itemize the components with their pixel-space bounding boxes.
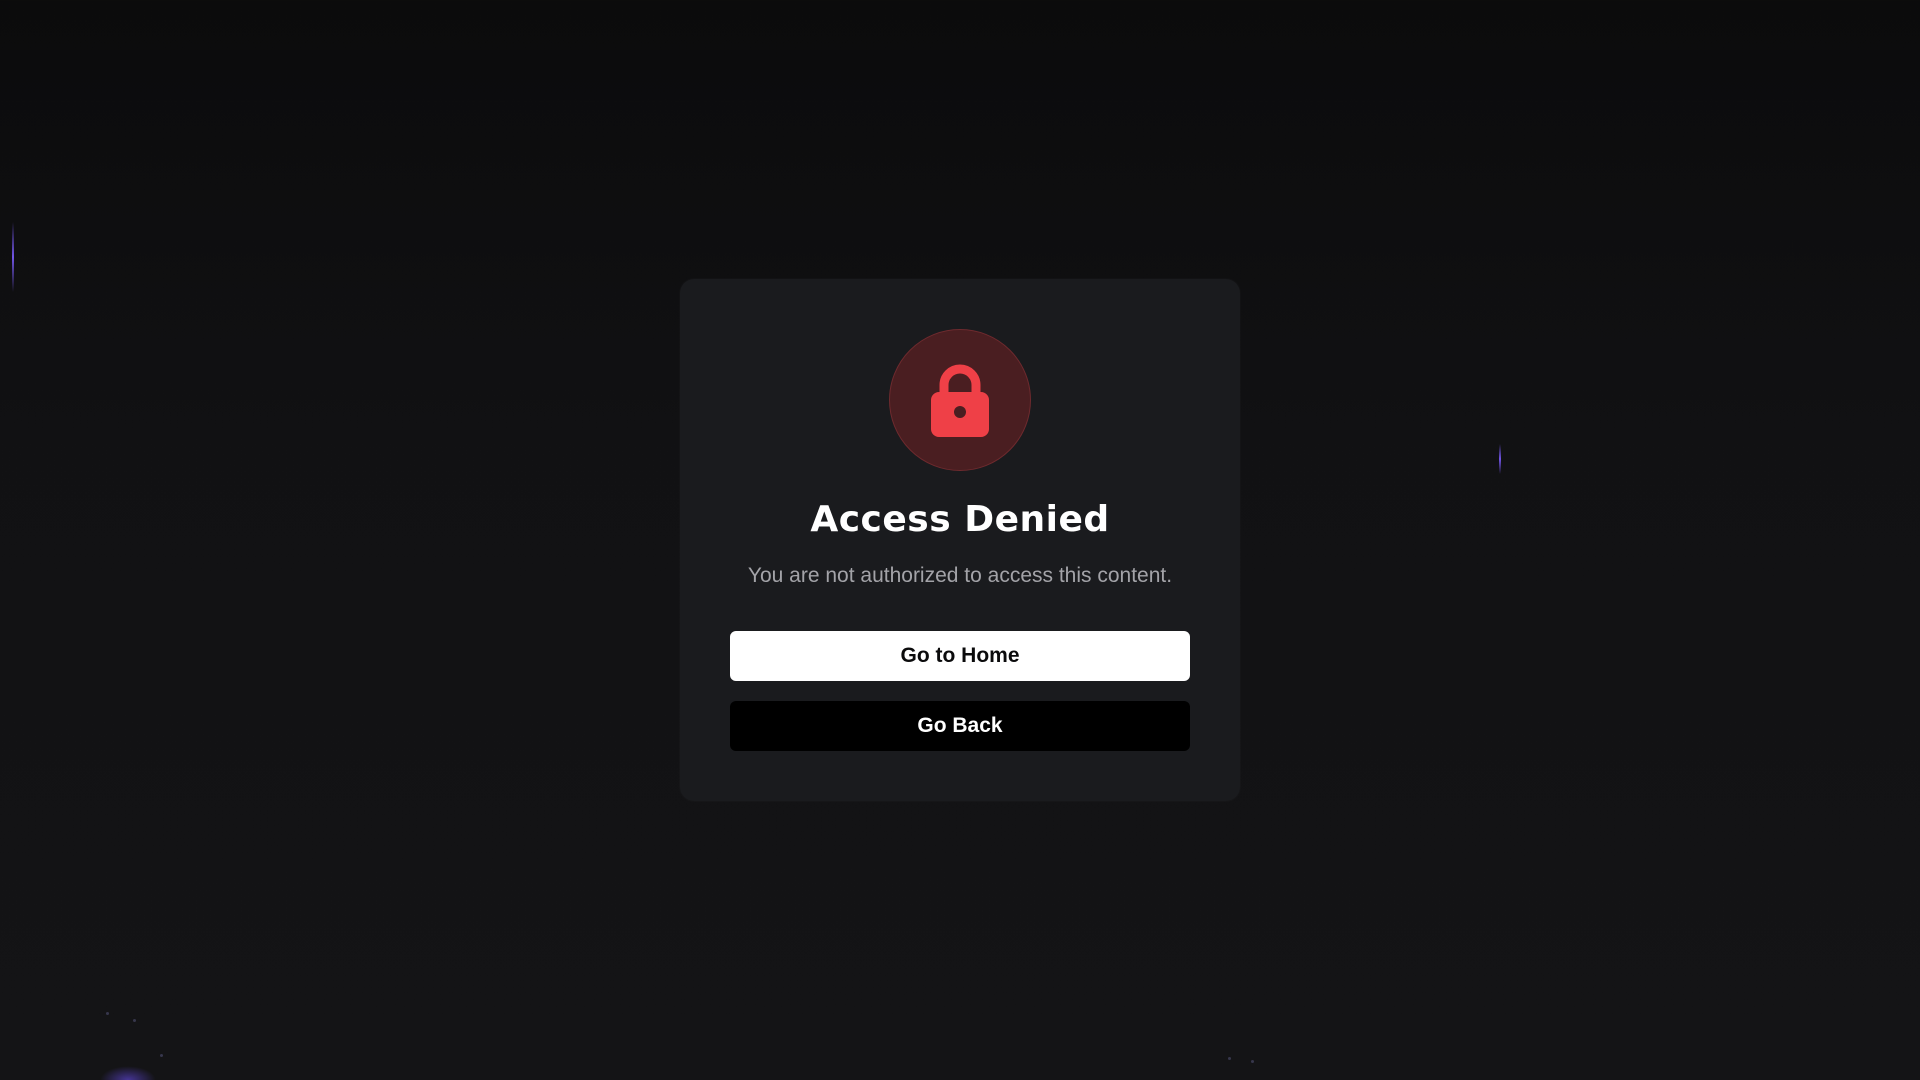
background-streak [1499,444,1501,474]
page-title: Access Denied [810,499,1110,540]
background-particle [1228,1057,1231,1060]
go-back-button[interactable]: Go Back [730,701,1190,751]
background-particle [133,1019,136,1022]
background-particle [1251,1060,1254,1063]
error-message: You are not authorized to access this co… [747,564,1173,587]
access-denied-card: Access Denied You are not authorized to … [680,279,1240,801]
lock-icon [931,364,989,437]
lock-badge [889,329,1031,471]
background-particle [160,1054,163,1057]
background-glow [100,1066,156,1080]
background-particle [106,1012,109,1015]
background-streak [12,222,14,292]
go-to-home-button[interactable]: Go to Home [730,631,1190,681]
